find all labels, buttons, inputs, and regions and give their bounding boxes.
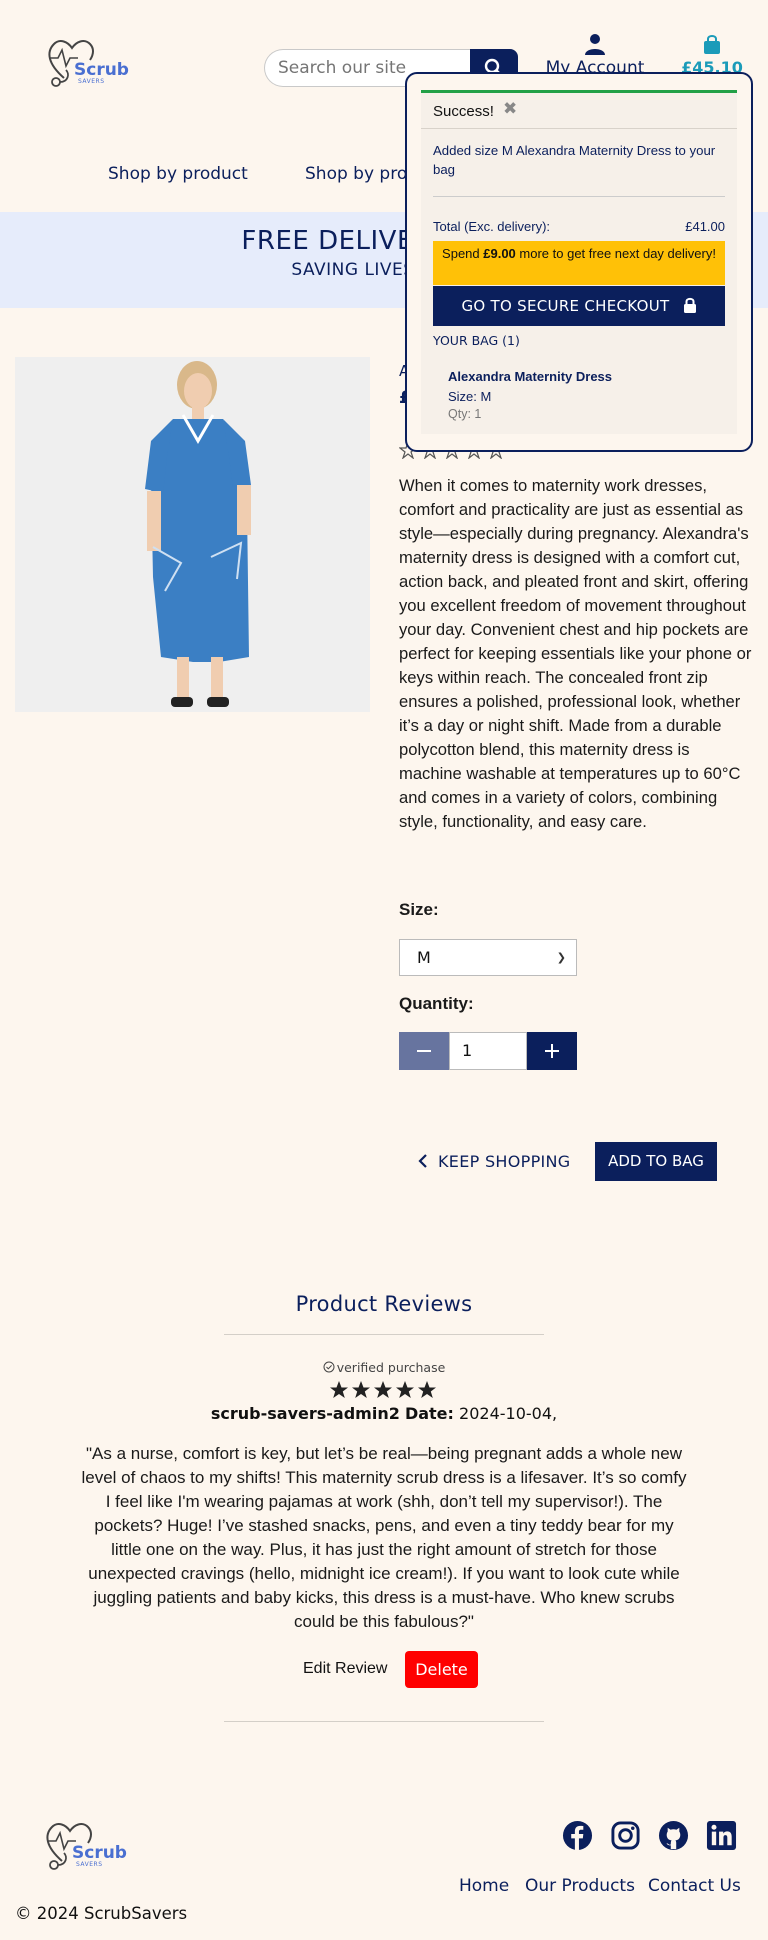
reviews-divider-bottom: [224, 1721, 544, 1722]
your-bag-label[interactable]: YOUR BAG (1): [433, 333, 520, 348]
chevron-left-icon: [418, 1154, 427, 1168]
minus-icon: [417, 1050, 431, 1052]
free-delivery-notice: Spend £9.00 more to get free next day de…: [433, 241, 725, 285]
check-circle-icon: [323, 1361, 335, 1373]
verified-purchase-label: verified purchase: [336, 1360, 446, 1375]
review-date-label: Date:: [404, 1404, 454, 1423]
lock-icon: [683, 297, 696, 313]
github-icon[interactable]: [658, 1820, 689, 1851]
footer-link-contact-us[interactable]: Contact Us: [648, 1876, 741, 1896]
keep-shopping-link[interactable]: KEEP SHOPPING: [418, 1152, 571, 1171]
added-to-bag-popup: Success! ✖ Added size M Alexandra Matern…: [405, 72, 753, 452]
footer-logo[interactable]: Scrub SAVERS: [42, 1817, 127, 1873]
popup-total-label: Total (Exc. delivery):: [433, 219, 551, 234]
review-text: "As a nurse, comfort is key, but let’s b…: [81, 1444, 687, 1631]
quantity-label: Quantity:: [399, 994, 474, 1013]
spend-prefix: Spend: [442, 246, 484, 261]
keep-shopping-label: KEEP SHOPPING: [438, 1152, 571, 1171]
secure-checkout-button[interactable]: GO TO SECURE CHECKOUT: [433, 286, 725, 326]
footer-link-our-products[interactable]: Our Products: [525, 1876, 635, 1896]
product-photo-maternity-dress: [15, 357, 370, 712]
spend-suffix: more to get free next day delivery!: [515, 246, 716, 261]
site-logo[interactable]: Scrub SAVERS: [44, 34, 129, 90]
review-author: scrub-savers-admin2: [210, 1404, 400, 1423]
review-meta: scrub-savers-admin2 Date: 2024-10-04,: [0, 1404, 768, 1423]
popup-header: Success! ✖: [421, 93, 737, 129]
nav-shop-by-product[interactable]: Shop by product: [108, 164, 248, 184]
product-description: When it comes to maternity work dresses,…: [399, 476, 752, 831]
instagram-icon[interactable]: [610, 1820, 641, 1851]
facebook-icon[interactable]: [562, 1820, 593, 1851]
reviews-title: Product Reviews: [295, 1292, 473, 1316]
popup-status: Success!: [433, 103, 494, 120]
add-to-bag-button[interactable]: ADD TO BAG: [595, 1142, 717, 1181]
size-selected-value: M: [417, 948, 431, 967]
footer-link-home[interactable]: Home: [459, 1876, 509, 1896]
product-image: [15, 357, 370, 712]
logo-text: Scrub: [74, 60, 129, 80]
chevron-down-icon: ❯: [556, 951, 566, 964]
quantity-decrease-button[interactable]: [399, 1032, 449, 1070]
bag-item-qty: Qty: 1: [448, 407, 482, 421]
copyright: © 2024 ScrubSavers: [15, 1904, 188, 1923]
size-label: Size:: [399, 900, 439, 919]
popup-divider: [433, 196, 725, 197]
review-rating-stars: [330, 1381, 436, 1398]
footer-logo-text: Scrub: [72, 1843, 127, 1863]
linkedin-icon[interactable]: [706, 1820, 737, 1851]
popup-message: Added size M Alexandra Maternity Dress t…: [433, 143, 716, 177]
size-select[interactable]: M ❯: [399, 939, 577, 976]
reviews-divider-top: [224, 1334, 544, 1335]
bag-item-name[interactable]: Alexandra Maternity Dress: [448, 369, 612, 384]
plus-icon: [545, 1044, 559, 1058]
popup-total-value: £41.00: [685, 219, 725, 234]
spend-amount: £9.00: [483, 246, 516, 261]
quantity-increase-button[interactable]: [527, 1032, 577, 1070]
logo-subtext: SAVERS: [78, 78, 105, 85]
quantity-input[interactable]: 1: [449, 1032, 527, 1070]
user-icon: [585, 34, 605, 55]
delete-review-button[interactable]: Delete: [405, 1651, 478, 1688]
footer-logo-subtext: SAVERS: [76, 1861, 103, 1868]
popup-panel: Success! ✖ Added size M Alexandra Matern…: [421, 90, 737, 434]
close-icon[interactable]: ✖: [503, 99, 517, 119]
bag-item-size: Size: M: [448, 389, 492, 404]
review-date: 2024-10-04,: [459, 1404, 558, 1423]
shopping-bag-icon: [704, 35, 720, 54]
secure-checkout-label: GO TO SECURE CHECKOUT: [461, 297, 670, 315]
edit-review-button[interactable]: Edit Review: [303, 1660, 387, 1678]
verified-purchase-badge: verified purchase: [0, 1360, 768, 1375]
